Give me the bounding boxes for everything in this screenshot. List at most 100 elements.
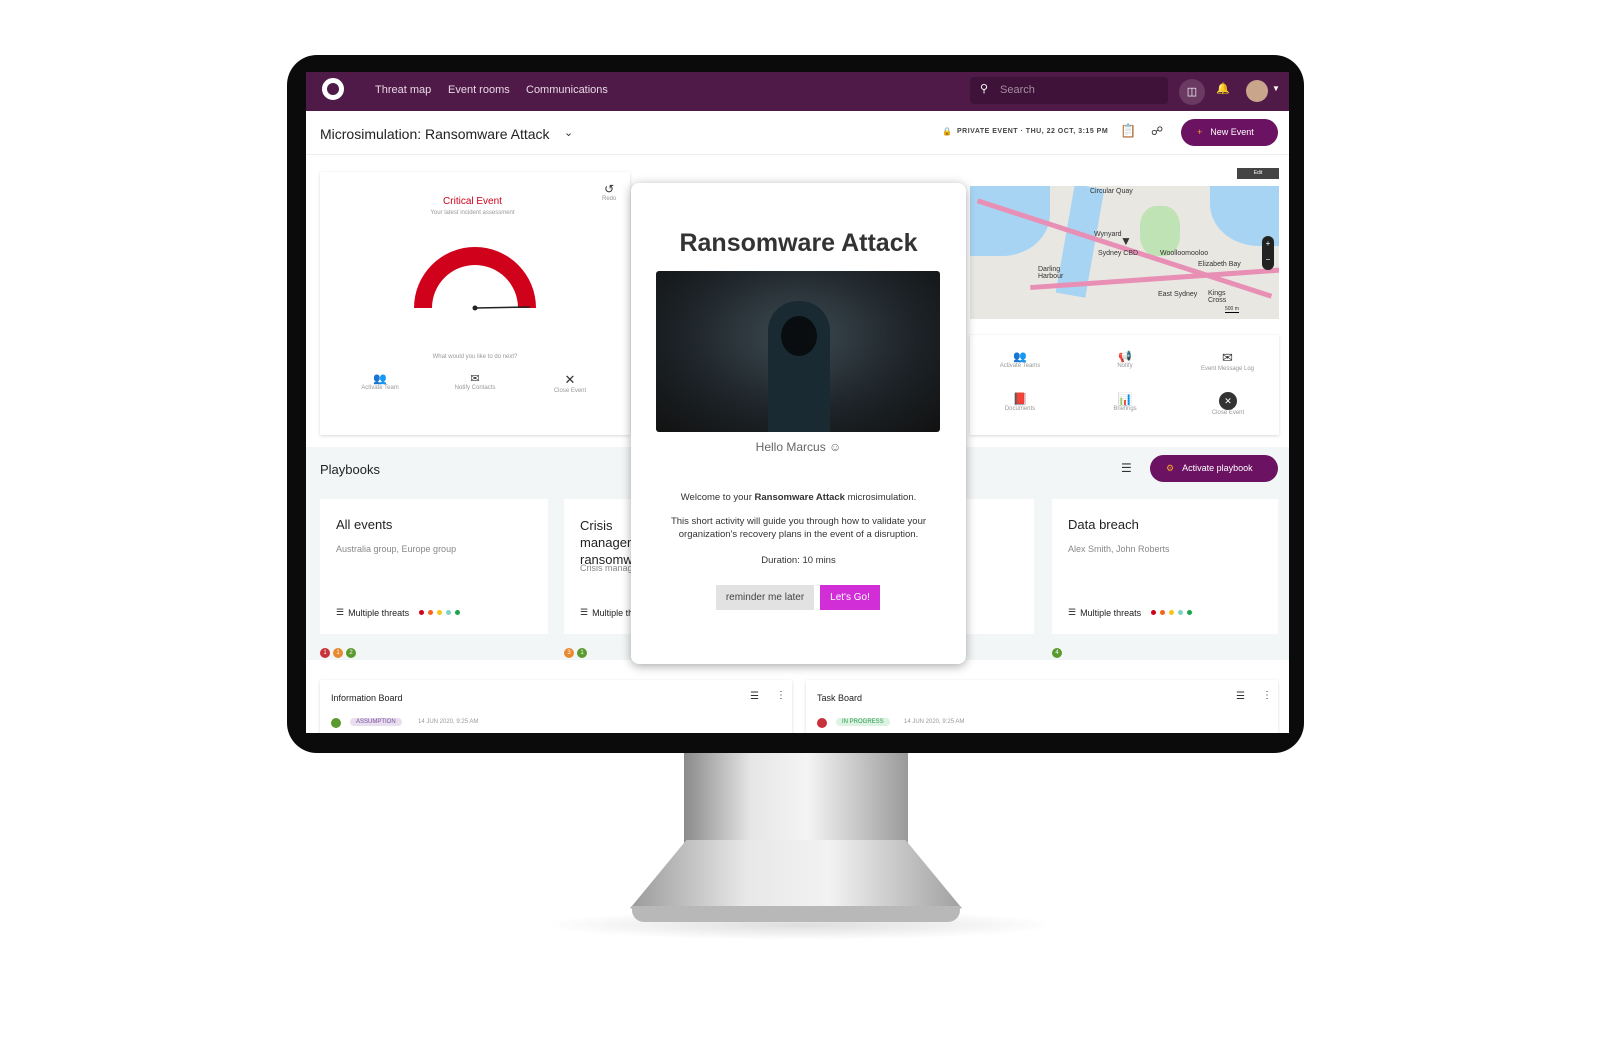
team-icon: 👥 (1013, 351, 1027, 363)
playbooks-title: Playbooks (320, 462, 380, 477)
timestamp: 14 JUN 2020, 9:25 AM (904, 719, 965, 725)
map-pin-icon: ▼ (1120, 234, 1132, 248)
chevron-down-icon[interactable]: ⌄ (564, 126, 573, 139)
monitor-stand-neck (684, 752, 908, 852)
close-circle-icon: ✕ (1219, 392, 1237, 410)
clipboard-icon[interactable]: 📋 (1120, 123, 1136, 139)
event-actions-card: 👥 Activate Teams 📢 Notify ✉ Event Message L… (970, 335, 1279, 435)
edit-map-button[interactable]: Edit (1237, 168, 1279, 179)
microsimulation-modal: Ransomware Attack Hello Marcus ☺ Welcome… (631, 183, 966, 664)
tag-badge: ASSUMPTION (350, 718, 402, 726)
nav-communications[interactable]: Communications (526, 84, 608, 96)
description: This short activity will guide you throu… (670, 516, 927, 540)
map-label: Sydney CBD (1098, 250, 1139, 257)
map-label: Woolloomooloo (1160, 250, 1209, 257)
activate-teams-action[interactable]: 👥 Activate Teams (990, 350, 1050, 369)
map-label: Wynyard (1094, 231, 1122, 238)
page-title: Microsimulation: Ransomware Attack (320, 126, 550, 142)
threat-levels: ☰ Multiple threats (336, 607, 461, 618)
playbook-subtitle: Australia group, Europe group (336, 544, 457, 554)
close-event-action[interactable]: ✕ Close Event (1198, 392, 1258, 416)
playbook-title: Data breach (1068, 517, 1139, 532)
chevron-down-icon[interactable]: ▼ (1272, 84, 1280, 93)
playbook-card[interactable]: Data breach Alex Smith, John Roberts ☰ Mul… (1052, 499, 1278, 634)
layers-icon: ☰ (1068, 607, 1077, 617)
board-title: Task Board (817, 693, 863, 703)
mail-icon: ✉ (1222, 350, 1233, 365)
assessment-card: Critical Event Your latest incident asse… (320, 172, 630, 435)
map-label: Kings Cross (1208, 290, 1227, 304)
threat-levels: ☰ Multiple threats (1068, 607, 1193, 618)
search-icon: ⚲ (980, 83, 989, 95)
mail-icon: ✉ (470, 373, 480, 385)
logo-icon[interactable] (322, 78, 344, 100)
briefings-action[interactable]: 📊 Briefings (1095, 392, 1155, 412)
book-icon[interactable]: ◫ (1179, 79, 1205, 105)
remind-later-button[interactable]: reminder me later (716, 585, 814, 610)
notify-contacts-action[interactable]: ✉ Notify Contacts (445, 372, 505, 391)
zoom-control[interactable]: + − (1262, 236, 1274, 270)
board-title: Information Board (331, 693, 403, 703)
more-icon[interactable]: ⋮ (776, 690, 786, 701)
redo-button[interactable]: ↺ Redo (602, 182, 616, 202)
filter-icon[interactable]: ☰ (1236, 691, 1245, 702)
greeting: Hello Marcus ☺ (755, 440, 842, 454)
filter-icon[interactable]: ☰ (1121, 461, 1132, 475)
notify-action[interactable]: 📢 Notify (1095, 350, 1155, 369)
layers-icon: ☰ (580, 607, 589, 617)
duration: Duration: 10 mins (761, 555, 836, 566)
tag-badge: IN PROGRESS (836, 718, 890, 726)
documents-action[interactable]: 📕 Documents (990, 392, 1050, 412)
lets-go-button[interactable]: Let's Go! (820, 585, 880, 610)
status-dot (331, 718, 341, 728)
share-icon[interactable]: ☍ (1151, 124, 1163, 138)
map-label: East Sydney (1158, 291, 1198, 298)
playbook-card[interactable]: All events Australia group, Europe group … (320, 499, 548, 634)
more-icon[interactable]: ⋮ (1262, 690, 1272, 701)
information-board: Information Board ☰ ⋮ ASSUMPTION 14 JUN … (320, 680, 792, 733)
status-badges: 112 (320, 641, 359, 659)
nav-threat-map[interactable]: Threat map (375, 84, 431, 96)
status-badges: 4 (1052, 641, 1065, 659)
close-icon: ✕ (564, 372, 576, 387)
play-gear-icon: ⚙ (1166, 463, 1175, 473)
map[interactable]: Circular Quay Wynyard Sydney CBD Woolloo… (970, 186, 1279, 319)
search-input[interactable]: ⚲ Search (970, 77, 1168, 104)
presentation-icon: 📊 (1117, 392, 1133, 406)
map-label: Darling Harbour (1038, 266, 1064, 280)
avatar-icon: ☺ (829, 440, 842, 454)
hacker-image (656, 271, 940, 432)
status-badges: 31 (564, 641, 590, 659)
activate-playbook-button[interactable]: ⚙ Activate playbook (1150, 455, 1278, 482)
severity-gauge (414, 247, 536, 311)
team-icon: 👥 (373, 373, 387, 385)
map-scale: 500 m (1225, 306, 1239, 313)
playbook-title: All events (336, 517, 393, 532)
map-label: Elizabeth Bay (1198, 261, 1241, 268)
map-label: Circular Quay (1090, 188, 1133, 195)
monitor-stand-base (632, 906, 960, 922)
sub-header: Microsimulation: Ransomware Attack ⌄ 🔒 P… (306, 111, 1289, 155)
next-prompt: What would you like to do next? (432, 354, 518, 360)
playbook-subtitle: Alex Smith, John Roberts (1068, 544, 1170, 554)
event-meta: PRIVATE EVENT · THU, 22 OCT, 3:15 PM (957, 128, 1109, 135)
avatar[interactable] (1246, 80, 1268, 102)
filter-icon[interactable]: ☰ (750, 691, 759, 702)
plus-icon: + (1197, 127, 1203, 137)
new-event-button[interactable]: + New Event (1181, 119, 1278, 146)
status-dot (817, 718, 827, 728)
monitor-stand-foot (630, 840, 962, 909)
nav-event-rooms[interactable]: Event rooms (448, 84, 510, 96)
layers-icon: ☰ (336, 607, 345, 617)
modal-title: Ransomware Attack (679, 229, 918, 257)
assessment-title: Critical Event (443, 196, 502, 207)
activate-team-action[interactable]: 👥 Activate Team (350, 372, 410, 391)
task-board: Task Board ☰ ⋮ IN PROGRESS 14 JUN 2020, … (806, 680, 1278, 733)
event-message-log-action[interactable]: ✉ Event Message Log (1195, 350, 1260, 372)
welcome-text: Welcome to your Ransomware Attack micros… (680, 492, 917, 503)
timestamp: 14 JUN 2020, 9:25 AM (418, 719, 479, 725)
close-event-action[interactable]: ✕ Close Event (540, 372, 600, 394)
bell-icon[interactable]: 🔔 (1216, 82, 1230, 95)
megaphone-icon: 📢 (1118, 351, 1132, 363)
book-icon: 📕 (1012, 392, 1028, 406)
